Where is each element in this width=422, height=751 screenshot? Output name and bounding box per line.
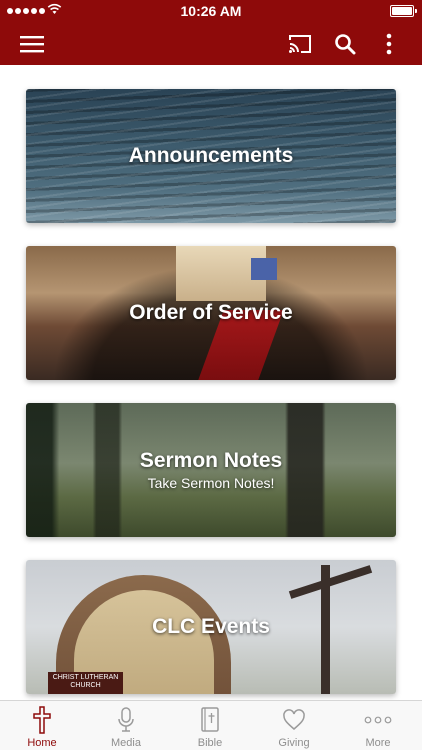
card-title: Sermon Notes	[139, 449, 283, 472]
status-bar: 10:26 AM	[0, 0, 422, 22]
clc-events-card[interactable]: CHRIST LUTHERAN CHURCH CLC Events	[26, 560, 396, 694]
more-vertical-icon	[386, 33, 392, 54]
tab-home[interactable]: Home	[0, 701, 84, 751]
projection-screen-image	[251, 258, 277, 280]
battery-icon	[390, 5, 417, 17]
tab-label: Bible	[197, 737, 223, 749]
tab-label: Home	[27, 737, 57, 749]
order-of-service-card[interactable]: Order of Service	[26, 246, 396, 380]
tab-label: Media	[111, 737, 141, 749]
home-content: Announcements Order of Service Sermon No…	[0, 65, 422, 700]
tab-giving[interactable]: Giving	[252, 701, 336, 751]
heart-icon	[283, 709, 305, 730]
more-dots-icon	[364, 716, 392, 724]
tab-bible[interactable]: Bible	[168, 701, 252, 751]
status-time: 10:26 AM	[180, 3, 242, 19]
cast-icon	[289, 34, 311, 53]
announcements-card[interactable]: Announcements	[26, 89, 396, 223]
tab-label: More	[365, 737, 391, 749]
search-button[interactable]	[325, 22, 365, 65]
menu-button[interactable]	[12, 22, 52, 65]
card-subtitle: Take Sermon Notes!	[147, 475, 275, 491]
tab-label: Giving	[278, 737, 310, 749]
microphone-icon	[118, 707, 134, 732]
tab-media[interactable]: Media	[84, 701, 168, 751]
hamburger-menu-icon	[20, 35, 44, 52]
card-title: Announcements	[128, 144, 294, 167]
cross-beam-image	[288, 565, 373, 599]
more-options-button[interactable]	[369, 22, 409, 65]
cross-icon	[33, 706, 51, 734]
card-title: CLC Events	[152, 615, 270, 638]
cast-button[interactable]	[280, 22, 320, 65]
church-sign: CHRIST LUTHERAN CHURCH	[48, 672, 123, 694]
tab-more[interactable]: More	[336, 701, 420, 751]
sermon-notes-card[interactable]: Sermon Notes Take Sermon Notes!	[26, 403, 396, 537]
app-bar	[0, 22, 422, 65]
tab-bar: Home Media Bible Giving More	[0, 700, 422, 750]
card-title: Order of Service	[129, 301, 293, 324]
search-icon	[335, 33, 356, 54]
bible-icon	[201, 707, 219, 732]
